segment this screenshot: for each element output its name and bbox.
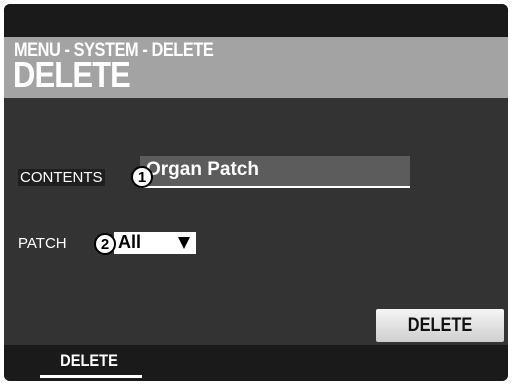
contents-field[interactable]: Organ Patch — [140, 156, 410, 188]
callout-badge-1: 1 — [131, 166, 153, 188]
bottom-bar: DELETE — [4, 345, 508, 381]
tab-delete[interactable]: DELETE — [30, 345, 148, 381]
patch-row: PATCH All 2 — [18, 230, 198, 256]
tab-label: DELETE — [60, 351, 118, 370]
contents-row: CONTENTS Organ Patch 1 — [18, 156, 410, 188]
delete-button-label: DELETE — [407, 315, 473, 336]
display-panel: MENU - SYSTEM - DELETE DELETE CONTENTS O… — [4, 4, 508, 381]
delete-button[interactable]: DELETE — [376, 309, 504, 342]
callout-badge-2: 2 — [94, 233, 116, 255]
header: MENU - SYSTEM - DELETE DELETE — [4, 37, 508, 98]
patch-label: PATCH — [18, 235, 67, 252]
contents-label: CONTENTS — [18, 169, 105, 186]
patch-select[interactable]: All — [114, 232, 196, 254]
page-title: DELETE — [13, 54, 131, 95]
patch-value: All — [118, 232, 142, 252]
top-bar — [4, 4, 508, 37]
contents-value: Organ Patch — [146, 159, 259, 180]
tab-underline — [40, 375, 142, 378]
chevron-down-icon — [178, 237, 190, 249]
screen: MENU - SYSTEM - DELETE DELETE CONTENTS O… — [0, 0, 512, 385]
